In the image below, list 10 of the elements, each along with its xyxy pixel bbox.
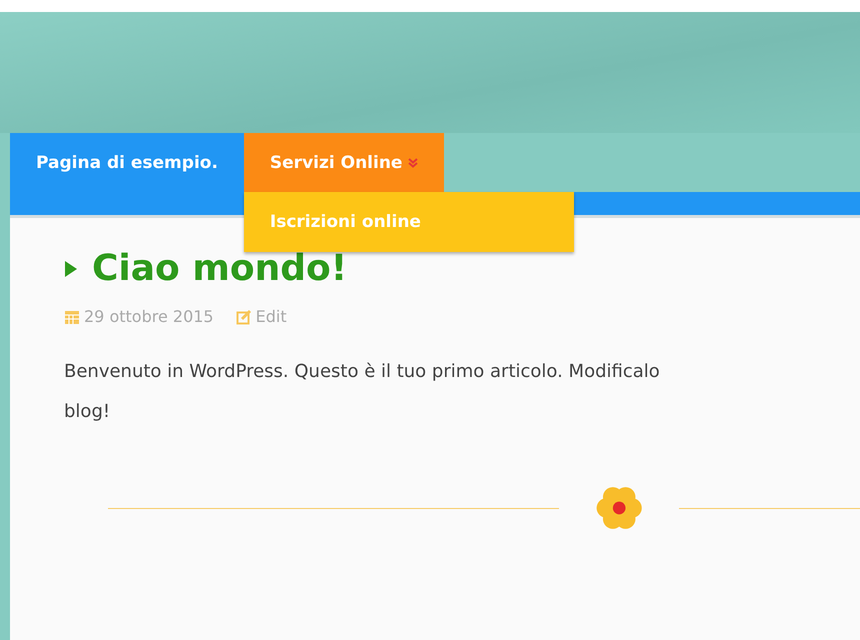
triangle-icon — [64, 260, 78, 278]
post-title[interactable]: Ciao mondo! — [92, 248, 348, 289]
nav-item[interactable]: Pagina di esempio. — [10, 133, 244, 192]
post-date: 29 ottobre 2015 — [84, 307, 214, 326]
chevron-down-icon — [408, 158, 418, 168]
post-body: Benvenuto in WordPress. Questo è il tuo primo articolo. Modificalo blog! — [64, 360, 661, 424]
dropdown-item[interactable]: Iscrizioni online — [244, 212, 447, 232]
edit-link[interactable]: Edit — [256, 307, 287, 326]
calendar-icon — [64, 308, 80, 324]
edit-icon — [236, 308, 252, 324]
